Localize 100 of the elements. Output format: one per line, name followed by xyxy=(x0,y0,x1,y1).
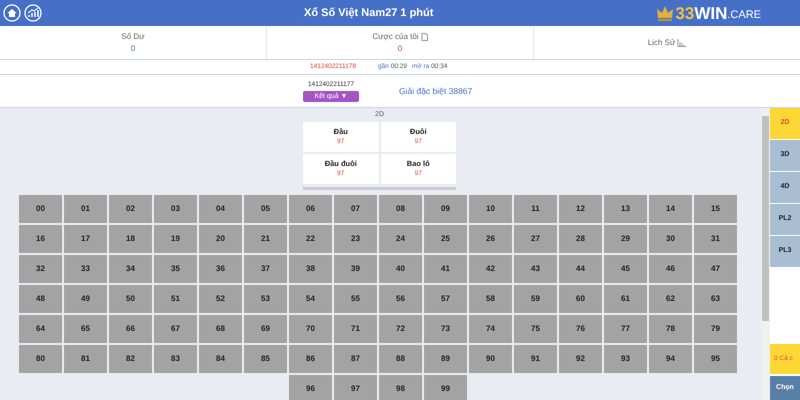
number-cell[interactable]: 97 xyxy=(334,374,377,400)
number-cell[interactable]: 17 xyxy=(64,224,107,252)
number-cell[interactable]: 29 xyxy=(604,224,647,252)
number-cell[interactable]: 64 xyxy=(19,314,62,342)
number-cell[interactable]: 36 xyxy=(199,254,242,282)
number-cell[interactable]: 19 xyxy=(154,224,197,252)
number-cell[interactable]: 15 xyxy=(694,194,737,222)
number-cell[interactable]: 73 xyxy=(424,314,467,342)
number-cell[interactable]: 85 xyxy=(244,344,287,372)
number-cell[interactable]: 94 xyxy=(649,344,692,372)
number-cell[interactable]: 59 xyxy=(514,284,557,312)
number-cell[interactable]: 77 xyxy=(604,314,647,342)
stat-panel[interactable]: Cược của tôi 0 xyxy=(267,26,534,59)
number-cell[interactable]: 50 xyxy=(109,284,152,312)
number-cell[interactable]: 10 xyxy=(469,194,512,222)
number-cell[interactable]: 66 xyxy=(109,314,152,342)
number-cell[interactable]: 42 xyxy=(469,254,512,282)
number-cell[interactable]: 04 xyxy=(199,194,242,222)
number-cell[interactable]: 22 xyxy=(289,224,332,252)
number-cell[interactable]: 48 xyxy=(19,284,62,312)
number-cell[interactable]: 78 xyxy=(649,314,692,342)
number-cell[interactable]: 92 xyxy=(559,344,602,372)
number-cell[interactable]: 87 xyxy=(334,344,377,372)
number-cell[interactable]: 61 xyxy=(604,284,647,312)
number-cell[interactable]: 95 xyxy=(694,344,737,372)
number-cell[interactable]: 44 xyxy=(559,254,602,282)
number-cell[interactable]: 69 xyxy=(244,314,287,342)
number-cell[interactable]: 09 xyxy=(424,194,467,222)
number-cell[interactable]: 58 xyxy=(469,284,512,312)
number-cell[interactable]: 35 xyxy=(154,254,197,282)
number-cell[interactable]: 81 xyxy=(64,344,107,372)
number-cell[interactable]: 65 xyxy=(64,314,107,342)
number-cell[interactable]: 63 xyxy=(694,284,737,312)
number-cell[interactable]: 45 xyxy=(604,254,647,282)
number-cell[interactable]: 08 xyxy=(379,194,422,222)
scrollbar[interactable] xyxy=(761,108,770,400)
number-cell[interactable]: 38 xyxy=(289,254,332,282)
stat-panel[interactable]: Lịch Sử xyxy=(534,26,800,59)
number-cell[interactable]: 32 xyxy=(19,254,62,282)
number-cell[interactable]: 05 xyxy=(244,194,287,222)
number-cell[interactable]: 34 xyxy=(109,254,152,282)
number-cell[interactable]: 13 xyxy=(604,194,647,222)
number-cell[interactable]: 14 xyxy=(649,194,692,222)
number-cell[interactable]: 99 xyxy=(424,374,467,400)
number-cell[interactable]: 20 xyxy=(199,224,242,252)
number-cell[interactable]: 76 xyxy=(559,314,602,342)
number-cell[interactable]: 52 xyxy=(199,284,242,312)
number-cell[interactable]: 37 xyxy=(244,254,287,282)
number-cell[interactable]: 68 xyxy=(199,314,242,342)
number-cell[interactable]: 67 xyxy=(154,314,197,342)
number-cell[interactable]: 72 xyxy=(379,314,422,342)
number-cell[interactable]: 54 xyxy=(289,284,332,312)
number-cell[interactable]: 79 xyxy=(694,314,737,342)
stat-panel[interactable]: Số Dư 0 xyxy=(0,26,267,59)
number-cell[interactable]: 16 xyxy=(19,224,62,252)
number-cell[interactable]: 07 xyxy=(334,194,377,222)
number-cell[interactable]: 18 xyxy=(109,224,152,252)
number-cell[interactable]: 46 xyxy=(649,254,692,282)
number-cell[interactable]: 12 xyxy=(559,194,602,222)
number-cell[interactable]: 26 xyxy=(469,224,512,252)
number-cell[interactable]: 41 xyxy=(424,254,467,282)
number-cell[interactable]: 57 xyxy=(424,284,467,312)
number-cell[interactable]: 11 xyxy=(514,194,557,222)
number-cell[interactable]: 96 xyxy=(289,374,332,400)
number-cell[interactable]: 00 xyxy=(19,194,62,222)
number-cell[interactable]: 24 xyxy=(379,224,422,252)
number-cell[interactable]: 53 xyxy=(244,284,287,312)
chart-icon[interactable] xyxy=(24,4,42,22)
number-cell[interactable]: 60 xyxy=(559,284,602,312)
number-cell[interactable]: 21 xyxy=(244,224,287,252)
number-cell[interactable]: 30 xyxy=(649,224,692,252)
number-cell[interactable]: 33 xyxy=(64,254,107,282)
number-cell[interactable]: 49 xyxy=(64,284,107,312)
number-cell[interactable]: 40 xyxy=(379,254,422,282)
number-cell[interactable]: 56 xyxy=(379,284,422,312)
number-cell[interactable]: 74 xyxy=(469,314,512,342)
number-cell[interactable]: 25 xyxy=(424,224,467,252)
number-cell[interactable]: 88 xyxy=(379,344,422,372)
number-cell[interactable]: 02 xyxy=(109,194,152,222)
number-cell[interactable]: 89 xyxy=(424,344,467,372)
number-cell[interactable]: 62 xyxy=(649,284,692,312)
number-cell[interactable]: 01 xyxy=(64,194,107,222)
number-cell[interactable]: 98 xyxy=(379,374,422,400)
number-cell[interactable]: 03 xyxy=(154,194,197,222)
number-cell[interactable]: 55 xyxy=(334,284,377,312)
number-cell[interactable]: 51 xyxy=(154,284,197,312)
home-icon[interactable] xyxy=(3,4,21,22)
number-cell[interactable]: 23 xyxy=(334,224,377,252)
number-cell[interactable]: 91 xyxy=(514,344,557,372)
number-cell[interactable]: 84 xyxy=(199,344,242,372)
number-cell[interactable]: 80 xyxy=(19,344,62,372)
number-cell[interactable]: 06 xyxy=(289,194,332,222)
number-cell[interactable]: 86 xyxy=(289,344,332,372)
number-cell[interactable]: 27 xyxy=(514,224,557,252)
number-cell[interactable]: 82 xyxy=(109,344,152,372)
number-cell[interactable]: 70 xyxy=(289,314,332,342)
number-cell[interactable]: 93 xyxy=(604,344,647,372)
number-cell[interactable]: 28 xyxy=(559,224,602,252)
number-cell[interactable]: 39 xyxy=(334,254,377,282)
number-cell[interactable]: 83 xyxy=(154,344,197,372)
